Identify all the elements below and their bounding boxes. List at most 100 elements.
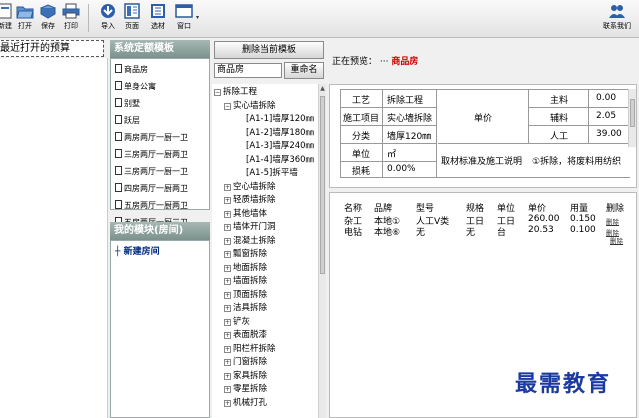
expand-icon[interactable]: + xyxy=(224,386,231,393)
expand-icon[interactable]: + xyxy=(224,318,231,326)
template-item[interactable]: 跃层 xyxy=(111,112,209,129)
tree-node-child[interactable]: − 实心墙拆除 xyxy=(224,100,276,113)
folder-open-icon xyxy=(16,6,34,19)
document-icon xyxy=(115,98,122,107)
expand-icon[interactable]: + xyxy=(224,345,231,353)
expand-icon[interactable]: + xyxy=(224,399,231,407)
tree-node[interactable]: + 其他墙体 xyxy=(224,208,267,221)
template-item[interactable]: 三房两厅一厨两卫 xyxy=(111,146,209,163)
import-button[interactable]: 导入 xyxy=(97,3,119,31)
tree-leaf[interactable]: [A1-2]墙厚180㎜ xyxy=(246,127,314,140)
tree-leaf[interactable]: [A1-3]墙厚240㎜ xyxy=(246,140,314,153)
tree-leaf[interactable]: [A1-1]墙厚120㎜ xyxy=(246,113,314,126)
detail-scrollbar[interactable] xyxy=(628,89,636,147)
standard-value: ①拆除，将废料用纺织 xyxy=(532,157,622,167)
labor-value: 39.00 xyxy=(596,129,622,139)
main-material-value: 0.00 xyxy=(596,93,617,103)
expand-icon[interactable]: + xyxy=(224,291,231,299)
system-templates-header: 系统定额模板 xyxy=(110,40,210,58)
recent-budgets-header[interactable]: 最近打开的预算 xyxy=(0,40,104,57)
contact-button[interactable]: 联系我们 xyxy=(603,3,631,31)
template-item[interactable]: 别墅 xyxy=(111,95,209,112)
tree-scrollbar[interactable]: ▲ xyxy=(318,84,326,418)
expand-icon[interactable]: + xyxy=(224,332,231,339)
page-layout-icon xyxy=(124,3,140,19)
tree-node[interactable]: + 瓢窗拆除 xyxy=(224,248,267,261)
expand-icon[interactable]: + xyxy=(224,224,231,231)
tree-node[interactable]: + 阳栏杆拆除 xyxy=(224,343,276,356)
material-button[interactable]: 选材 xyxy=(147,3,169,31)
column-header: 删除 xyxy=(606,204,625,214)
collapse-icon[interactable]: − xyxy=(224,102,231,110)
template-item[interactable]: 单身公寓 xyxy=(111,78,209,95)
template-item[interactable]: 商品房 xyxy=(111,61,209,78)
tree-leaf[interactable]: [A1-4]墙厚360㎜ xyxy=(246,154,314,167)
left-pane xyxy=(0,58,108,418)
tree-node[interactable]: + 表面脱漆 xyxy=(224,329,267,342)
open-button[interactable]: 打开 xyxy=(14,3,36,31)
rename-button[interactable]: 重命名 xyxy=(284,62,324,79)
tree-node[interactable]: + 墙面拆除 xyxy=(224,275,267,288)
window-button[interactable]: 窗口 xyxy=(173,3,195,31)
tree-node[interactable]: + 机械打孔 xyxy=(224,397,267,410)
print-button[interactable]: 打印 xyxy=(60,3,82,31)
tree-leaf[interactable]: [A1-5]拆平墙 xyxy=(246,167,298,180)
craft-value: 拆除工程 xyxy=(387,96,424,106)
document-icon xyxy=(115,200,122,209)
watermark-logo: 最需教育 xyxy=(515,371,612,397)
expand-icon[interactable]: + xyxy=(224,305,231,312)
delete-link[interactable]: 删除 xyxy=(606,216,619,226)
tree-node-root[interactable]: − 拆除工程 xyxy=(214,86,257,99)
expand-icon[interactable]: + xyxy=(224,251,231,258)
expand-icon[interactable]: + xyxy=(224,264,231,272)
scroll-up-icon[interactable]: ▲ xyxy=(319,84,326,94)
template-item[interactable]: 四房两厅一厨两卫 xyxy=(111,180,209,197)
document-icon xyxy=(115,183,122,192)
tree-node[interactable]: + 轻质墙拆除 xyxy=(224,194,276,207)
expand-icon[interactable]: + xyxy=(224,210,231,218)
table-cell: 无 xyxy=(466,228,476,238)
tree-node[interactable]: + 零星拆除 xyxy=(224,383,267,396)
column-header: 名称 xyxy=(344,204,363,214)
table-cell: 本地⑥ xyxy=(374,228,401,238)
save-button[interactable]: 保存 xyxy=(37,3,59,31)
template-item[interactable]: 两房两厅一厨一卫 xyxy=(111,129,209,146)
tree-node[interactable]: + 地面拆除 xyxy=(224,262,267,275)
tree-node[interactable]: + 墙体开门洞 xyxy=(224,221,276,234)
aux-material-value: 2.05 xyxy=(596,111,617,121)
expand-icon[interactable]: + xyxy=(224,278,231,285)
document-icon xyxy=(115,64,122,73)
expand-icon[interactable]: + xyxy=(224,237,231,245)
dropdown-arrow-icon[interactable]: ▾ xyxy=(196,14,199,21)
tree-node[interactable]: + 铲灰 xyxy=(224,316,250,329)
template-item[interactable]: 五房两厅一厨两卫 xyxy=(111,197,209,214)
column-header: 品牌 xyxy=(374,204,393,214)
people-icon xyxy=(609,5,625,18)
table-cell: 20.53 xyxy=(528,225,554,235)
document-icon xyxy=(115,132,122,141)
tree-node[interactable]: + 混凝土拆除 xyxy=(224,235,276,248)
column-header: 规格 xyxy=(466,204,485,214)
expand-icon[interactable]: + xyxy=(224,183,231,191)
tree-node[interactable]: + 家具拆除 xyxy=(224,370,267,383)
template-name-input[interactable]: 商品房 xyxy=(214,63,282,78)
tree-node[interactable]: + 顶面拆除 xyxy=(224,289,267,302)
template-item[interactable]: 三房两厅一厨一卫 xyxy=(111,163,209,180)
tree-scroll-thumb[interactable] xyxy=(320,96,325,274)
printer-icon xyxy=(62,3,80,19)
delete-template-button[interactable]: 删除当前模板 xyxy=(214,41,324,59)
expand-icon[interactable]: + xyxy=(224,372,231,380)
price-label: 单价 xyxy=(474,114,493,124)
collapse-icon[interactable]: − xyxy=(214,89,221,96)
delete-link[interactable]: 删除 xyxy=(610,235,623,245)
expand-icon[interactable]: + xyxy=(224,197,231,204)
detail-scroll-thumb[interactable] xyxy=(630,99,635,127)
tree-node[interactable]: + 门窗拆除 xyxy=(224,356,267,369)
tree-node[interactable]: + 空心墙拆除 xyxy=(224,181,276,194)
loss-value: 0.00% xyxy=(387,164,416,174)
tree-node[interactable]: + 洁具拆除 xyxy=(224,302,267,315)
my-modules-header: 我的模块(房间) xyxy=(110,222,210,240)
layout-button[interactable]: 页面 xyxy=(121,3,143,31)
expand-icon[interactable]: + xyxy=(224,359,231,366)
new-room-button[interactable]: ┼ 新建房间 xyxy=(115,244,160,257)
